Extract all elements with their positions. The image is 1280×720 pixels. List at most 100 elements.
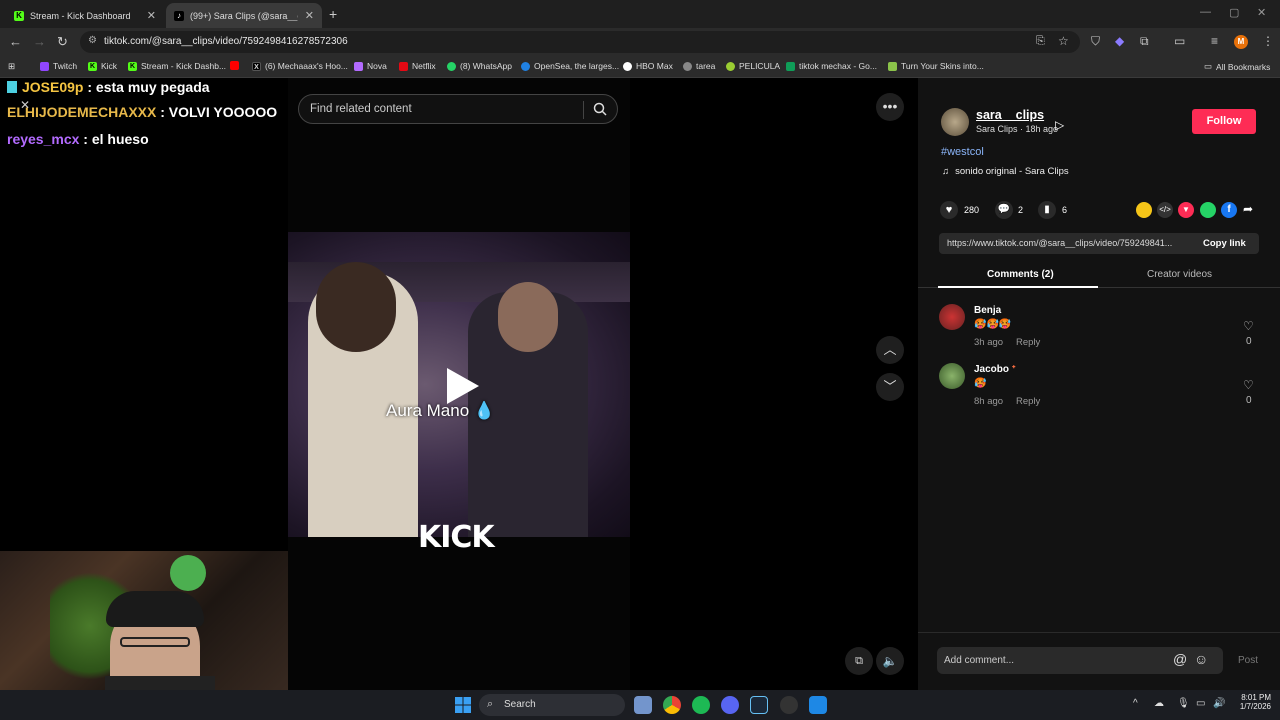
hashtag-link[interactable]: #westcol bbox=[941, 146, 984, 158]
tray-chevron-icon[interactable]: ^ bbox=[1133, 698, 1138, 709]
play-icon[interactable] bbox=[443, 366, 481, 406]
extension-shield-icon[interactable]: ⛉ bbox=[1091, 34, 1100, 49]
reload-icon[interactable]: ↻ bbox=[57, 34, 68, 50]
emoji-icon[interactable]: ☺ bbox=[1194, 651, 1208, 667]
menu-kebab-icon[interactable]: ⋮ bbox=[1262, 34, 1274, 48]
commenter-avatar[interactable] bbox=[939, 363, 965, 389]
site-info-icon[interactable]: ⚙ bbox=[88, 35, 97, 46]
commenter-name[interactable]: Jacobo ᐩ bbox=[974, 364, 1016, 375]
search-icon[interactable] bbox=[593, 102, 607, 116]
all-bookmarks[interactable]: ▭ All Bookmarks bbox=[1204, 61, 1270, 72]
creator-username[interactable]: sara__clips bbox=[976, 108, 1044, 122]
search-input[interactable]: Find related content bbox=[298, 94, 618, 124]
bookmark-tiktok-mechax[interactable]: tiktok mechax - Go... bbox=[786, 61, 877, 71]
whatsapp-share-icon[interactable] bbox=[1200, 202, 1216, 218]
bookmark-netflix[interactable]: Netflix bbox=[399, 61, 436, 71]
search-icon: ⌕ bbox=[487, 698, 494, 710]
bookmark-whatsapp[interactable]: (8) WhatsApp bbox=[447, 61, 512, 71]
bookmark-pelicula[interactable]: PELICULA bbox=[726, 61, 780, 71]
volume-icon[interactable]: 🔈 bbox=[876, 647, 904, 675]
onedrive-icon[interactable]: ☁ bbox=[1154, 698, 1164, 709]
windows-taskbar: ⌕ Search ^ ☁ 🎙 ▭ 🔊 8:01 PM 1/7/2026 bbox=[0, 690, 1280, 720]
bookmark-turn-skins[interactable]: Turn Your Skins into... bbox=[888, 61, 984, 71]
maximize-icon[interactable]: ▢ bbox=[1229, 6, 1239, 19]
commenter-name[interactable]: Benja bbox=[974, 305, 1001, 316]
app-icon[interactable] bbox=[809, 696, 827, 714]
repost-icon[interactable] bbox=[1136, 202, 1152, 218]
speaker-icon[interactable]: 🔊 bbox=[1213, 698, 1225, 709]
side-panel-icon[interactable]: ▭ bbox=[1174, 34, 1185, 48]
facebook-icon[interactable]: f bbox=[1221, 202, 1237, 218]
send-icon[interactable]: ▼ bbox=[1178, 202, 1194, 218]
search-placeholder: Find related content bbox=[310, 103, 412, 115]
reply-button[interactable]: Reply bbox=[1016, 337, 1040, 348]
glasses bbox=[120, 637, 190, 647]
bookmark-youtube[interactable] bbox=[230, 61, 243, 70]
bookmark-icon[interactable]: ▮ bbox=[1038, 201, 1056, 219]
copy-link-button[interactable]: Copy link bbox=[1203, 238, 1246, 249]
comment-like-icon[interactable]: ♡ bbox=[1243, 378, 1254, 392]
comment-input[interactable]: Add comment... @ ☺ bbox=[937, 647, 1223, 674]
bookmark-kick-dashboard[interactable]: K Stream - Kick Dashb... bbox=[128, 61, 226, 71]
creator-avatar[interactable] bbox=[941, 108, 969, 136]
tab-tiktok[interactable]: ♪ (99+) Sara Clips (@sara__clips) | ✕ bbox=[166, 3, 322, 28]
tab-comments[interactable]: Comments (2) bbox=[987, 269, 1054, 280]
forward-icon[interactable]: → bbox=[33, 34, 46, 49]
bookmark-nova[interactable]: Nova bbox=[354, 61, 387, 71]
comment-icon[interactable]: 💬 bbox=[995, 201, 1013, 219]
windows-start-icon[interactable] bbox=[455, 697, 471, 713]
pip-icon[interactable]: ⧉ bbox=[845, 647, 873, 675]
like-icon[interactable]: ♥ bbox=[940, 201, 958, 219]
discord-icon[interactable] bbox=[721, 696, 739, 714]
more-options-icon[interactable]: ••• bbox=[876, 93, 904, 121]
task-view-icon[interactable] bbox=[634, 696, 652, 714]
new-tab-button[interactable]: + bbox=[329, 6, 337, 22]
bookmark-tarea[interactable]: tarea bbox=[683, 61, 715, 71]
address-bar[interactable]: ⚙ tiktok.com/@sara__clips/video/75924984… bbox=[80, 31, 1080, 53]
profile-avatar[interactable]: M bbox=[1234, 35, 1248, 49]
tab-creator-videos[interactable]: Creator videos bbox=[1147, 269, 1212, 280]
extension-icon[interactable]: ◆ bbox=[1115, 34, 1124, 48]
bookmark-twitch[interactable]: Twitch bbox=[40, 61, 77, 71]
bookmark-x[interactable]: X (6) Mechaaax's Hoo... bbox=[252, 61, 348, 71]
mention-icon[interactable]: @ bbox=[1173, 651, 1187, 667]
minimize-icon[interactable]: — bbox=[1200, 6, 1211, 18]
sound-info[interactable]: ♫ sonido original - Sara Clips bbox=[942, 166, 1069, 177]
chrome-icon[interactable] bbox=[663, 696, 681, 714]
follow-button[interactable]: Follow bbox=[1192, 109, 1256, 134]
close-icon[interactable]: ✕ bbox=[20, 98, 30, 112]
blood-drop-icon: 💧 bbox=[473, 401, 496, 420]
comment-like-icon[interactable]: ♡ bbox=[1243, 319, 1254, 333]
close-icon[interactable]: ✕ bbox=[305, 9, 314, 22]
reply-button[interactable]: Reply bbox=[1016, 396, 1040, 407]
chevron-up-icon[interactable]: ︿ bbox=[876, 336, 904, 364]
share-arrow-icon[interactable]: ➦ bbox=[1243, 202, 1253, 216]
steam-icon[interactable] bbox=[750, 696, 768, 714]
apps-grid-icon[interactable]: ⊞ bbox=[8, 61, 15, 72]
install-app-icon[interactable]: ⎘ bbox=[1036, 35, 1045, 48]
taskbar-search[interactable]: ⌕ Search bbox=[479, 694, 625, 716]
mic-icon[interactable]: 🎙 bbox=[1177, 698, 1190, 709]
bookmark-hbo[interactable]: HBO Max bbox=[623, 61, 673, 71]
extensions-puzzle-icon[interactable]: ⧉ bbox=[1140, 34, 1149, 49]
bookmark-star-icon[interactable]: ☆ bbox=[1058, 34, 1069, 48]
network-icon[interactable]: ▭ bbox=[1196, 698, 1205, 709]
post-button[interactable]: Post bbox=[1238, 655, 1258, 666]
chat-message: reyes_mcx : el hueso bbox=[7, 131, 149, 147]
spotify-icon[interactable] bbox=[692, 696, 710, 714]
chevron-down-icon[interactable]: ﹀ bbox=[876, 373, 904, 401]
bookmark-opensea[interactable]: OpenSea, the larges... bbox=[521, 61, 619, 71]
bookmark-kick[interactable]: K Kick bbox=[88, 61, 117, 71]
commenter-avatar[interactable] bbox=[939, 304, 965, 330]
clock[interactable]: 8:01 PM 1/7/2026 bbox=[1233, 693, 1271, 711]
comment-text: 🥵🥵🥵 bbox=[974, 319, 1012, 330]
music-note-icon: ♫ bbox=[942, 166, 950, 177]
globe-icon bbox=[683, 61, 692, 71]
media-icon[interactable]: ≡ bbox=[1211, 34, 1218, 48]
embed-icon[interactable]: </> bbox=[1157, 202, 1173, 218]
tab-kick-dashboard[interactable]: K Stream - Kick Dashboard ✕ bbox=[6, 3, 164, 28]
obs-icon[interactable] bbox=[780, 696, 798, 714]
close-icon[interactable]: ✕ bbox=[147, 9, 156, 22]
close-window-icon[interactable]: ✕ bbox=[1257, 6, 1266, 19]
back-icon[interactable]: ← bbox=[9, 34, 22, 49]
